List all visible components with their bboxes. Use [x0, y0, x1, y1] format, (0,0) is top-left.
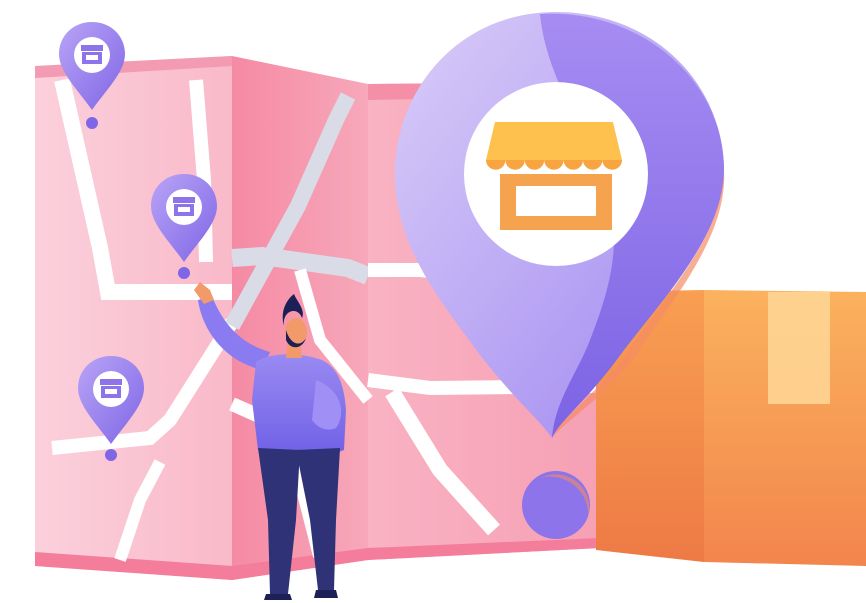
box-tape: [768, 292, 830, 404]
store-icon: [81, 45, 103, 64]
store-icon: [100, 379, 122, 398]
route-dot: [86, 117, 98, 129]
store-icon: [173, 197, 195, 216]
store-locator-illustration: [0, 0, 866, 603]
route-dot: [178, 267, 190, 279]
illustration-canvas: [35, 12, 866, 600]
pin-dot: [522, 471, 590, 539]
route-dot: [105, 449, 117, 461]
store-icon: [486, 122, 622, 230]
